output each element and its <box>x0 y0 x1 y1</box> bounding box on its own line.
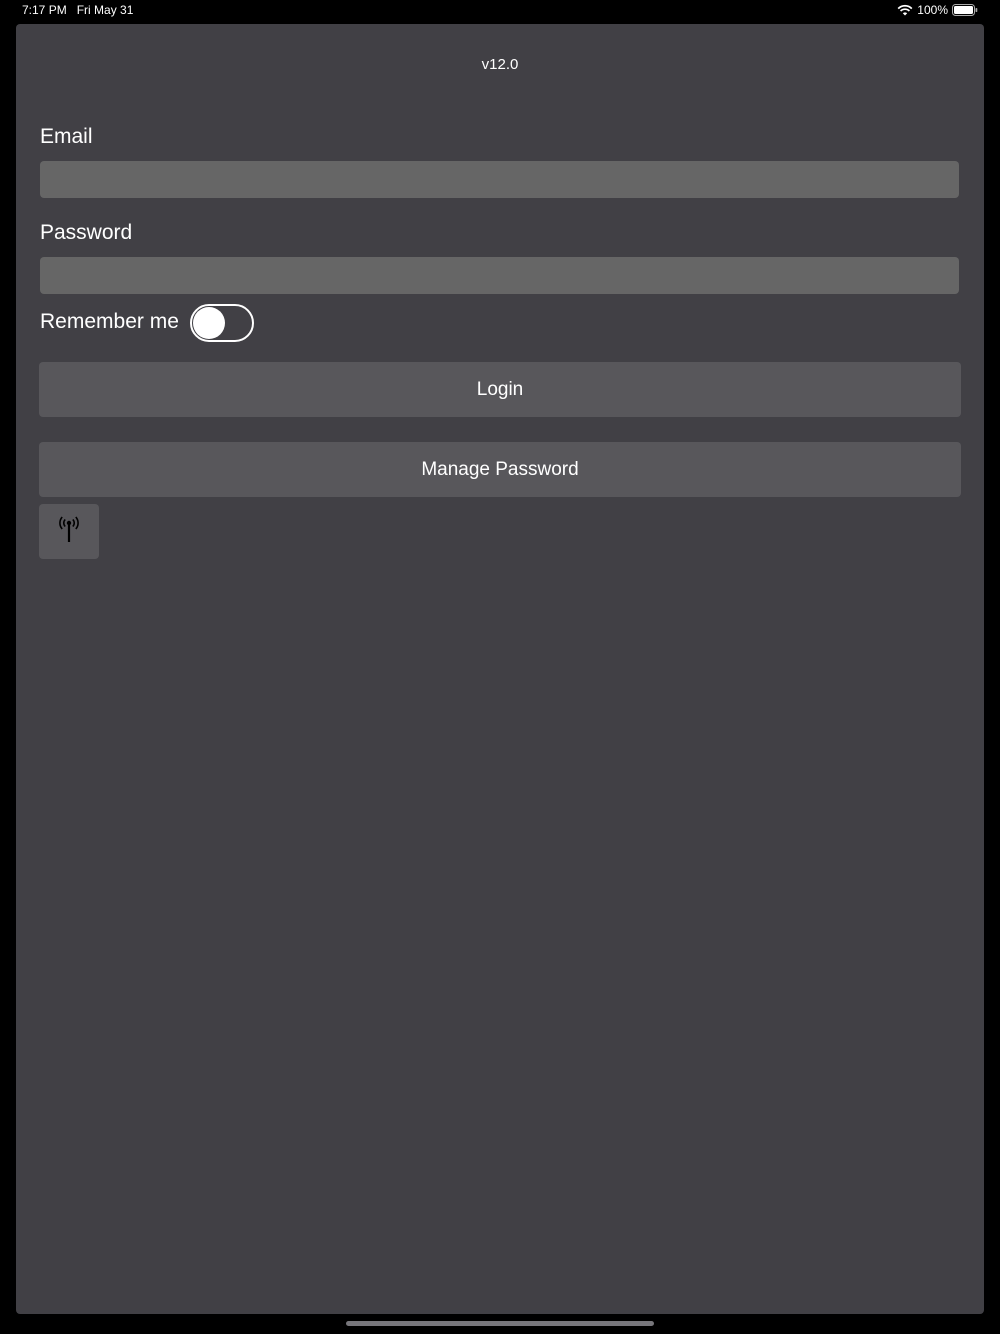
home-indicator[interactable] <box>346 1321 654 1326</box>
login-button[interactable]: Login <box>39 362 961 417</box>
status-date: Fri May 31 <box>76 3 134 17</box>
status-bar: 7:17 PM Fri May 31 100% <box>0 0 1000 22</box>
password-field[interactable] <box>40 257 959 294</box>
antenna-icon <box>57 514 81 549</box>
battery-icon <box>952 4 978 16</box>
status-right: 100% <box>897 3 978 17</box>
password-label: Password <box>40 221 133 244</box>
manage-password-button[interactable]: Manage Password <box>39 442 961 497</box>
toggle-knob <box>193 307 225 339</box>
wifi-icon <box>897 4 913 16</box>
battery-percent: 100% <box>917 3 948 17</box>
antenna-button[interactable] <box>39 504 99 559</box>
remember-me-toggle[interactable] <box>190 304 254 342</box>
remember-me-label: Remember me <box>40 310 179 333</box>
version-label: v12.0 <box>481 56 519 73</box>
email-field[interactable] <box>40 161 959 198</box>
status-left: 7:17 PM Fri May 31 <box>22 3 133 17</box>
login-sheet: v12.0 Email Password Remember me Login M… <box>16 24 984 1314</box>
email-label: Email <box>40 125 93 148</box>
status-time: 7:17 PM <box>22 3 67 17</box>
